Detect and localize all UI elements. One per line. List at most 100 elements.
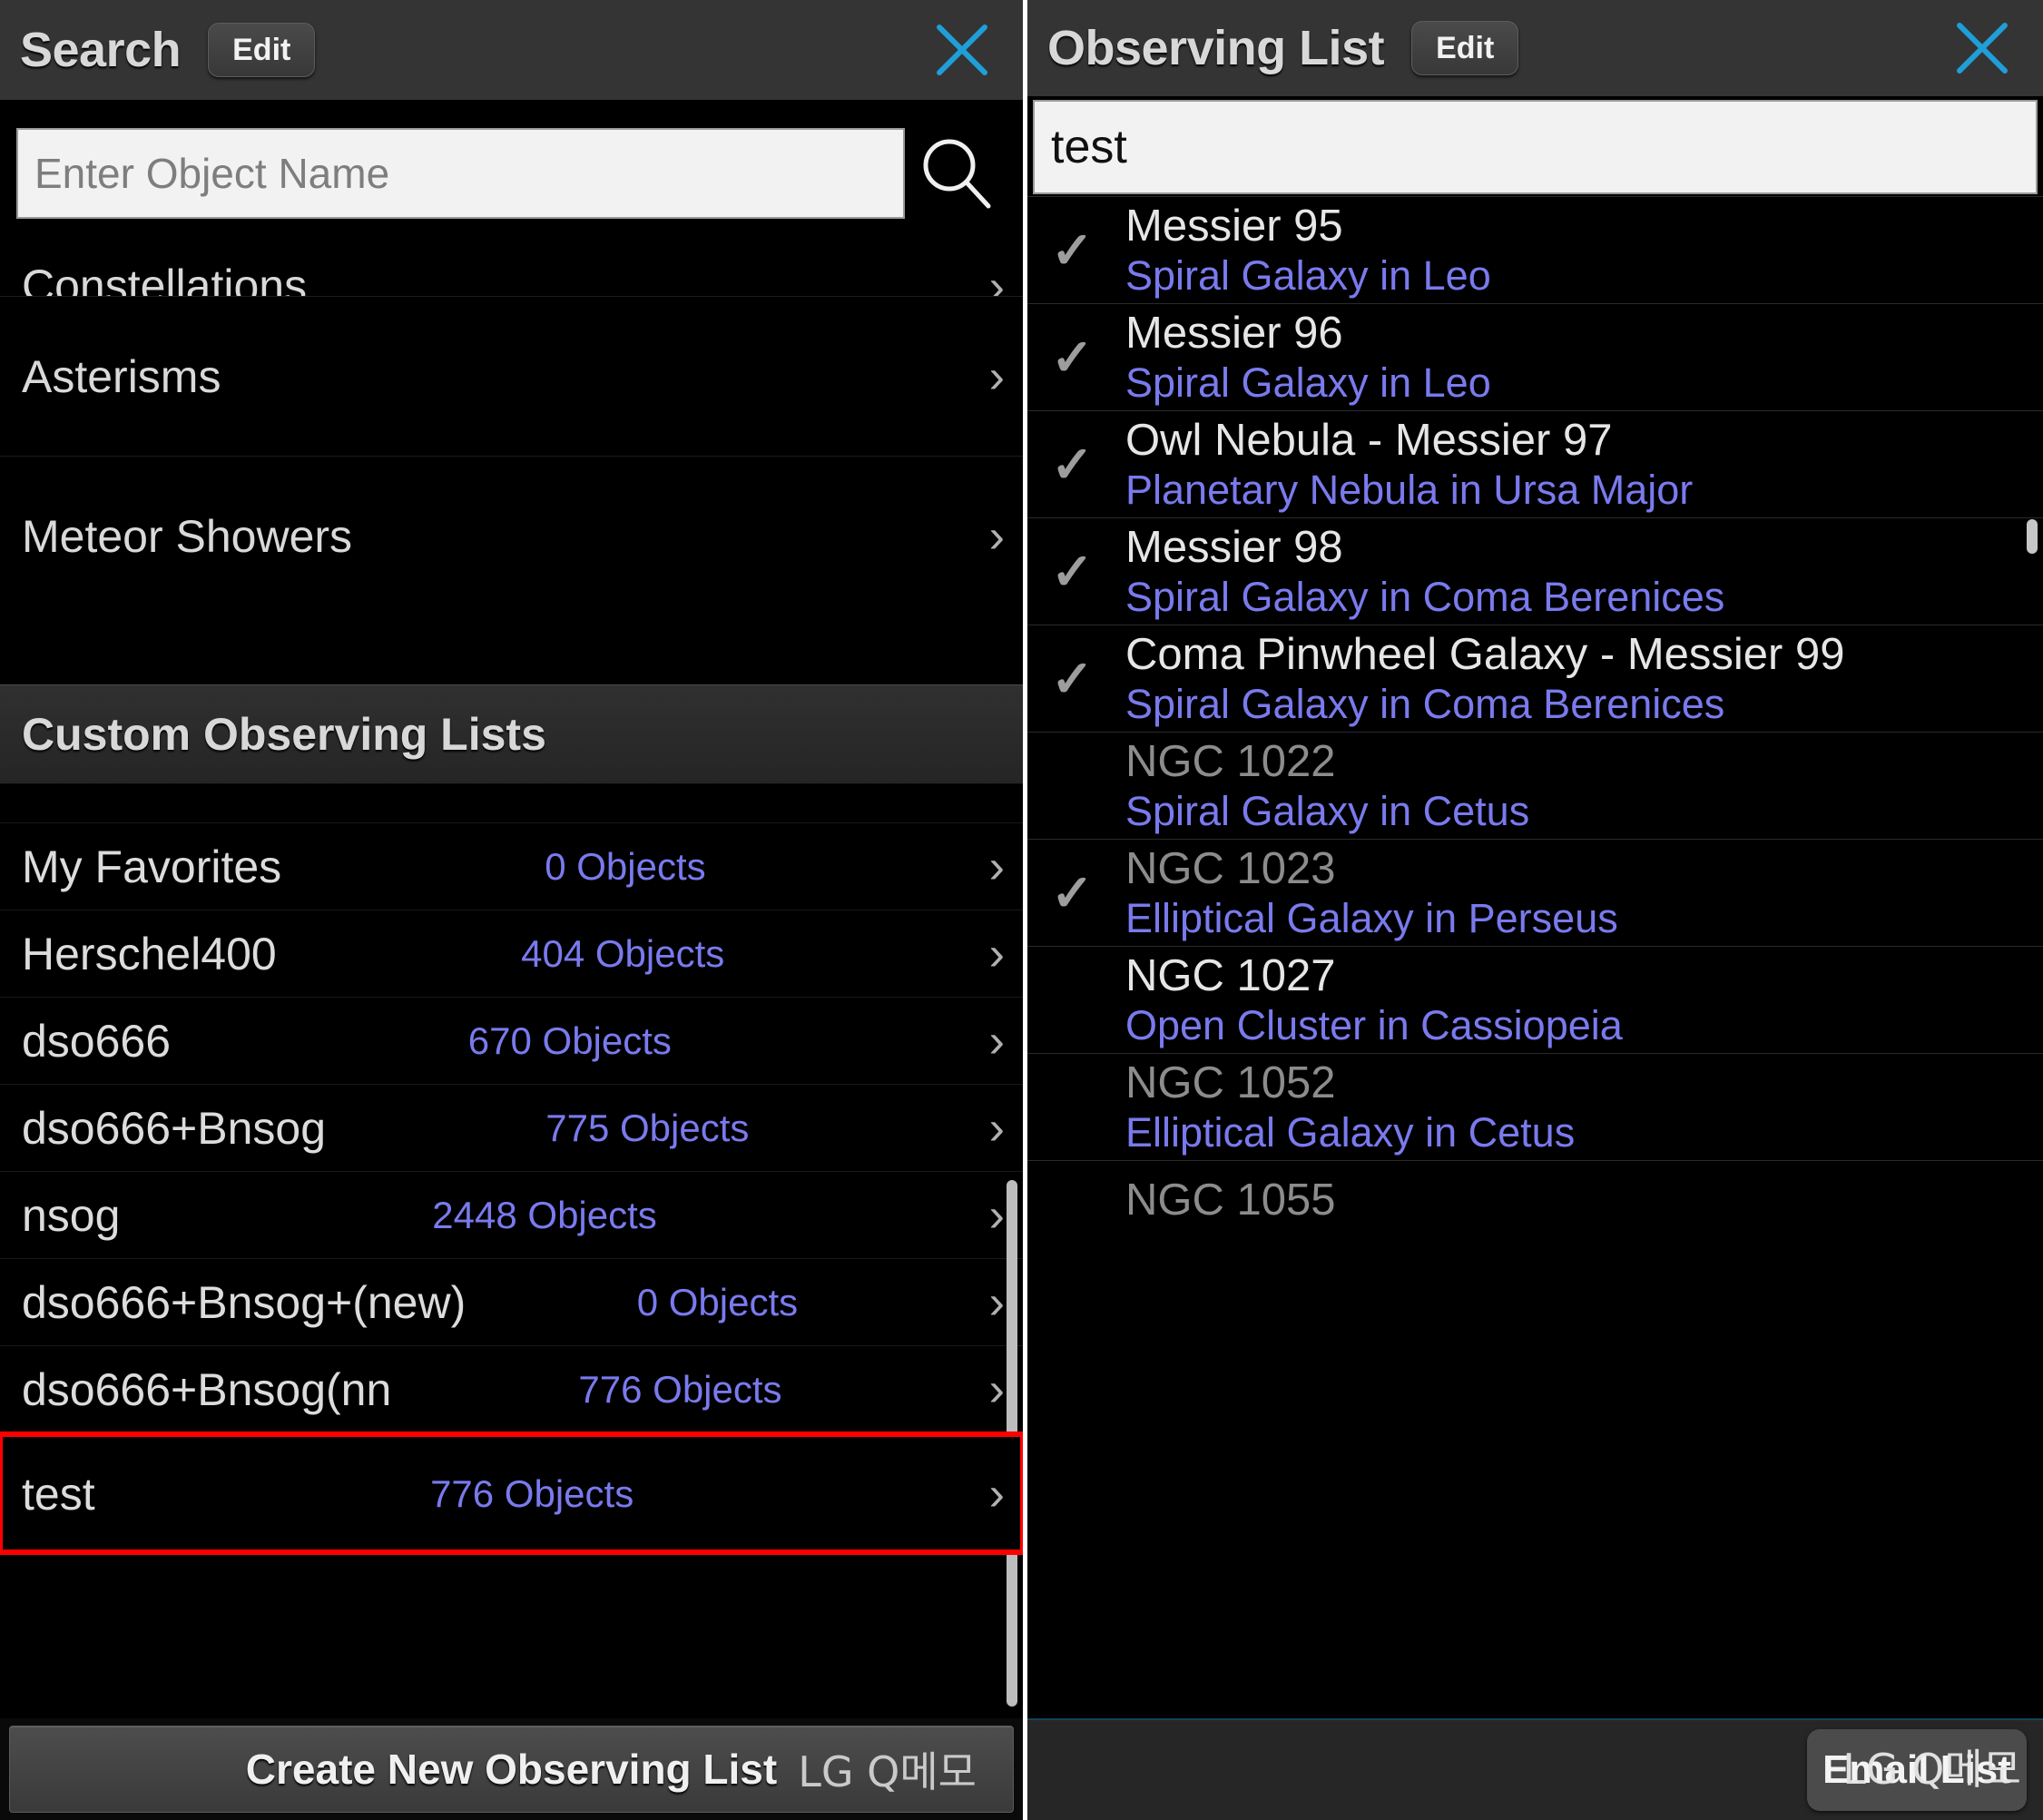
object-name: NGC 1052 [1125,1058,1336,1107]
list-item[interactable]: ✓ Messier 95 Spiral Galaxy in Leo [1027,196,2043,303]
search-row [0,102,1023,245]
list-item[interactable]: ✓ Owl Nebula - Messier 97 Planetary Nebu… [1027,410,2043,517]
list-item[interactable]: ✓ Messier 98 Spiral Galaxy in Coma Beren… [1027,517,2043,625]
search-panel: Search Edit Constellations › [0,0,1023,1820]
email-list-button[interactable]: Email List [1807,1729,2027,1811]
close-icon[interactable] [1954,20,2010,76]
object-name: NGC 1022 [1125,736,1336,786]
section-header-custom-observing-lists: Custom Observing Lists [0,684,1023,784]
observing-list-panel: Observing List Edit ✓ Messier 95 Spiral … [1027,0,2043,1820]
chevron-right-icon: › [988,840,1005,893]
checkmark-icon[interactable]: ✓ [1051,438,1094,490]
list-item-name: Herschel400 [22,928,277,979]
chevron-right-icon: › [988,509,1005,563]
nav-item-constellations[interactable]: Constellations › [0,245,1023,296]
app-screen: Search Edit Constellations › [0,0,2043,1820]
object-type: Open Cluster in Cassiopeia [1125,1001,1623,1048]
list-item-dso666-bnsog-nn[interactable]: dso666+Bnsog(nn 776 Objects › [0,1345,1023,1432]
create-new-observing-list-button[interactable]: Create New Observing List LG Q메모 [9,1726,1014,1813]
create-button-label: Create New Observing List [245,1746,778,1793]
list-item-count: 776 Objects [430,1471,634,1515]
object-type: Spiral Galaxy in Cetus [1125,787,1530,834]
object-name: Messier 95 [1125,201,1343,251]
edit-button-left[interactable]: Edit [208,23,316,77]
list-item-name: My Favorites [22,841,282,892]
chevron-right-icon: › [988,1188,1005,1242]
list-item-test[interactable]: test 776 Objects › [0,1431,1023,1555]
list-item[interactable]: ✓ Coma Pinwheel Galaxy - Messier 99 Spir… [1027,625,2043,732]
object-type: Elliptical Galaxy in Perseus [1125,894,1618,941]
list-item[interactable]: NGC 1055 [1027,1160,2043,1218]
chevron-right-icon: › [988,261,1005,296]
list-item-my-favorites[interactable]: My Favorites 0 Objects › [0,822,1023,910]
object-name: NGC 1027 [1125,950,1336,1000]
observing-object-list: ✓ Messier 95 Spiral Galaxy in Leo ✓ Mess… [1027,196,2043,1218]
observing-list-bottom-bar: Email List LG Q메모 [1027,1718,2043,1820]
list-item-name: test [22,1468,95,1520]
object-name: Messier 98 [1125,522,1343,572]
list-item[interactable]: ✓ NGC 1023 Elliptical Galaxy in Perseus [1027,839,2043,946]
checkmark-icon[interactable]: ✓ [1051,546,1094,597]
list-item[interactable]: NGC 1052 Elliptical Galaxy in Cetus [1027,1053,2043,1160]
nav-item-label: Asterisms [22,350,221,402]
list-item-name: dso666 [22,1015,172,1067]
search-list-region: Constellations › Asterisms › Meteor Show… [0,245,1023,1555]
list-item-count: 0 Objects [636,1280,799,1323]
list-item-dso666-bnsog[interactable]: dso666+Bnsog 775 Objects › [0,1084,1023,1171]
list-spacer [0,615,1023,684]
nav-item-label: Meteor Showers [22,510,353,562]
chevron-right-icon: › [988,1275,1005,1329]
list-item-dso666[interactable]: dso666 670 Objects › [0,997,1023,1084]
list-item-count: 775 Objects [545,1106,750,1149]
object-name: Coma Pinwheel Galaxy - Messier 99 [1125,629,1845,679]
object-name: NGC 1023 [1125,843,1336,893]
checkmark-icon[interactable]: ✓ [1051,867,1094,919]
search-icon[interactable] [905,133,1007,213]
left-panel-bottom-bar: Create New Observing List LG Q메모 [0,1718,1023,1820]
observing-list-name-input[interactable] [1033,100,2038,194]
list-item-count: 0 Objects [545,844,706,888]
search-panel-titlebar: Search Edit [0,0,1023,102]
chevron-right-icon: › [988,1101,1005,1155]
list-item-count: 670 Objects [467,1018,672,1062]
object-type: Spiral Galaxy in Leo [1125,359,1491,406]
checkmark-icon[interactable]: ✓ [1051,224,1094,276]
object-name: Messier 96 [1125,308,1343,358]
list-item-count: 404 Objects [521,931,725,975]
section-header-label: Custom Observing Lists [22,709,546,760]
chevron-right-icon: › [988,927,1005,980]
close-icon[interactable] [934,22,990,78]
object-type: Planetary Nebula in Ursa Major [1125,466,1694,513]
checkmark-icon[interactable]: ✓ [1051,331,1094,383]
list-item-count: 2448 Objects [432,1193,657,1236]
list-item-herschel400[interactable]: Herschel400 404 Objects › [0,910,1023,997]
chevron-right-icon: › [988,1014,1005,1067]
object-type: Spiral Galaxy in Coma Berenices [1125,680,1725,727]
object-name: NGC 1055 [1125,1175,1336,1218]
nav-item-asterisms[interactable]: Asterisms › [0,296,1023,456]
list-item-name: dso666+Bnsog [22,1102,327,1154]
lg-qmemo-watermark-left: LG Q메모 [798,1747,977,1796]
right-panel-scrollbar[interactable] [2027,519,2038,554]
list-item[interactable]: NGC 1022 Spiral Galaxy in Cetus [1027,732,2043,839]
email-list-label: Email List [1822,1747,2011,1792]
edit-button-right[interactable]: Edit [1411,21,1519,75]
list-item-name: dso666+Bnsog(nn [22,1363,392,1415]
object-name: Owl Nebula - Messier 97 [1125,415,1613,465]
list-item-nsog[interactable]: nsog 2448 Objects › [0,1171,1023,1258]
list-item[interactable]: ✓ Messier 96 Spiral Galaxy in Leo [1027,303,2043,410]
list-item-name: dso666+Bnsog+(new) [22,1276,467,1328]
list-item-count: 776 Objects [578,1367,782,1411]
list-item-dso666-bnsog-new[interactable]: dso666+Bnsog+(new) 0 Objects › [0,1258,1023,1345]
checkmark-icon[interactable]: ✓ [1051,653,1094,704]
object-type: Elliptical Galaxy in Cetus [1125,1108,1576,1156]
nav-item-meteor-showers[interactable]: Meteor Showers › [0,456,1023,615]
list-item[interactable]: NGC 1027 Open Cluster in Cassiopeia [1027,946,2043,1053]
search-input[interactable] [16,128,905,219]
page-title: Search [20,23,182,77]
object-type: Spiral Galaxy in Coma Berenices [1125,573,1725,620]
list-item-name: nsog [22,1189,121,1241]
object-type: Spiral Galaxy in Leo [1125,251,1491,299]
chevron-right-icon: › [988,349,1005,403]
page-title-right: Observing List [1047,21,1385,75]
